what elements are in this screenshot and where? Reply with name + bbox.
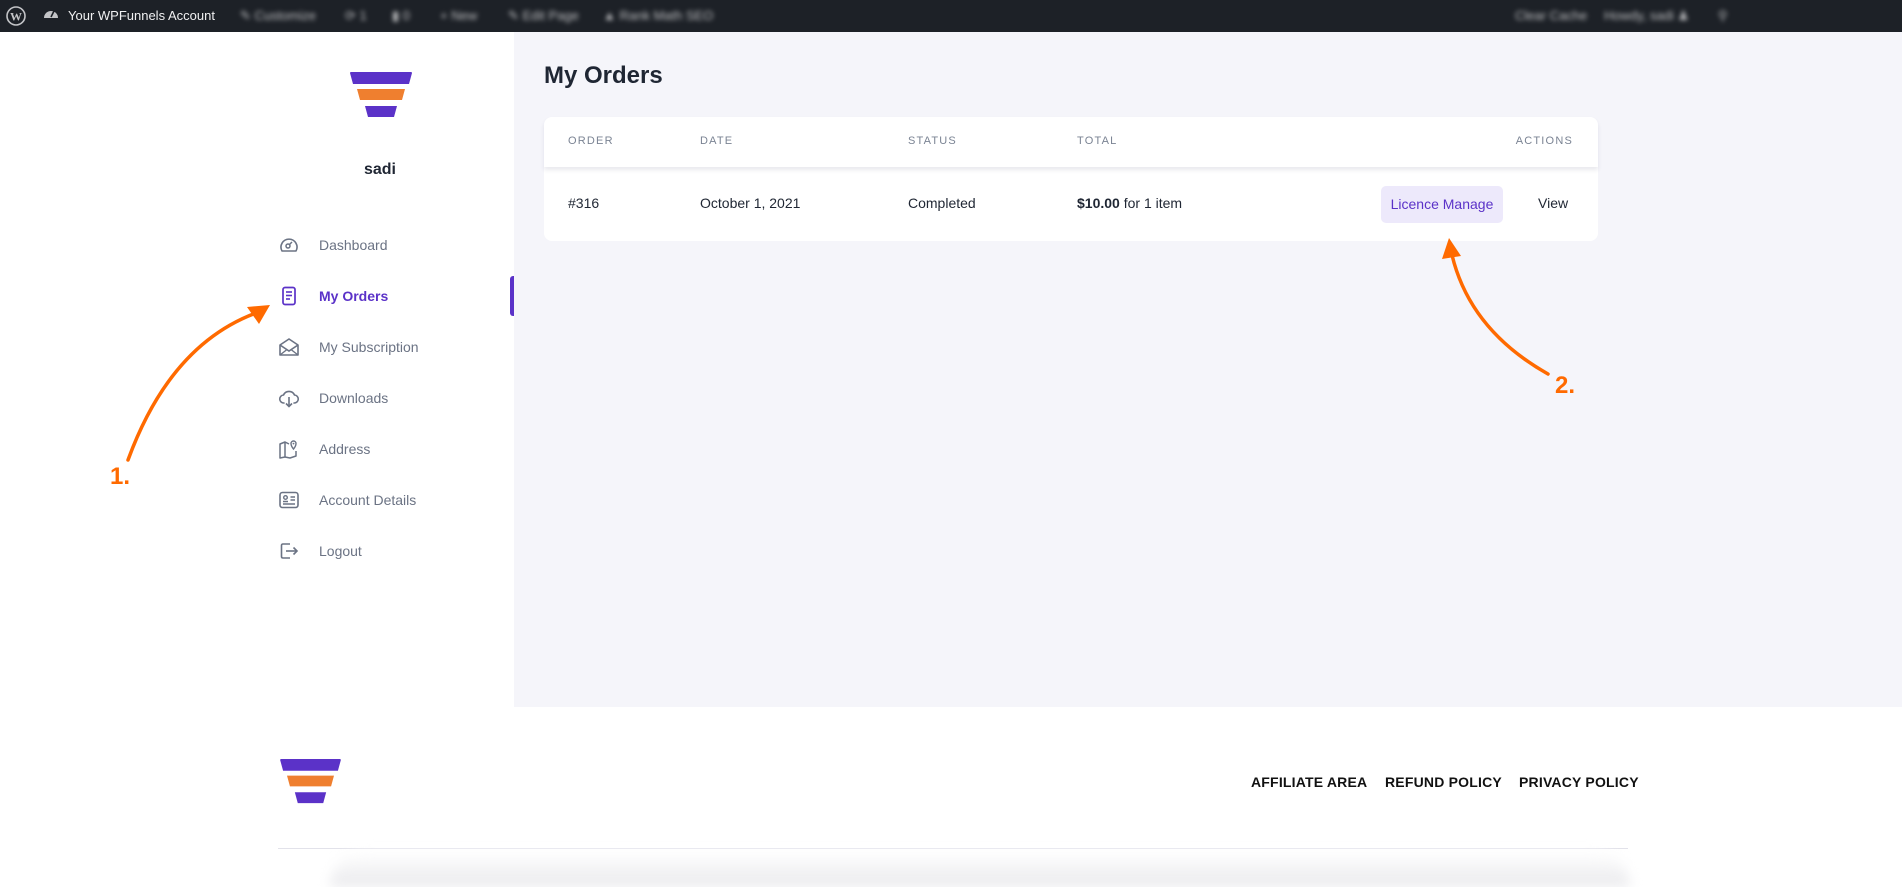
annotation-arrow-1 <box>126 305 270 462</box>
annotation-overlay <box>126 238 1550 462</box>
footer-link-refund-policy[interactable]: REFUND POLICY <box>1385 774 1502 790</box>
funnel-logo-icon <box>280 759 341 804</box>
footer-link-affiliate-area[interactable]: AFFILIATE AREA <box>1251 774 1367 790</box>
annotation-label-2: 2. <box>1555 372 1576 399</box>
footer-logo[interactable] <box>280 759 341 806</box>
footer-link-privacy-policy[interactable]: PRIVACY POLICY <box>1519 774 1639 790</box>
annotation-label-1: 1. <box>110 463 131 490</box>
bottom-shadow <box>330 852 1630 887</box>
annotation-arrow-2 <box>1442 238 1550 376</box>
footer-divider <box>278 848 1628 849</box>
